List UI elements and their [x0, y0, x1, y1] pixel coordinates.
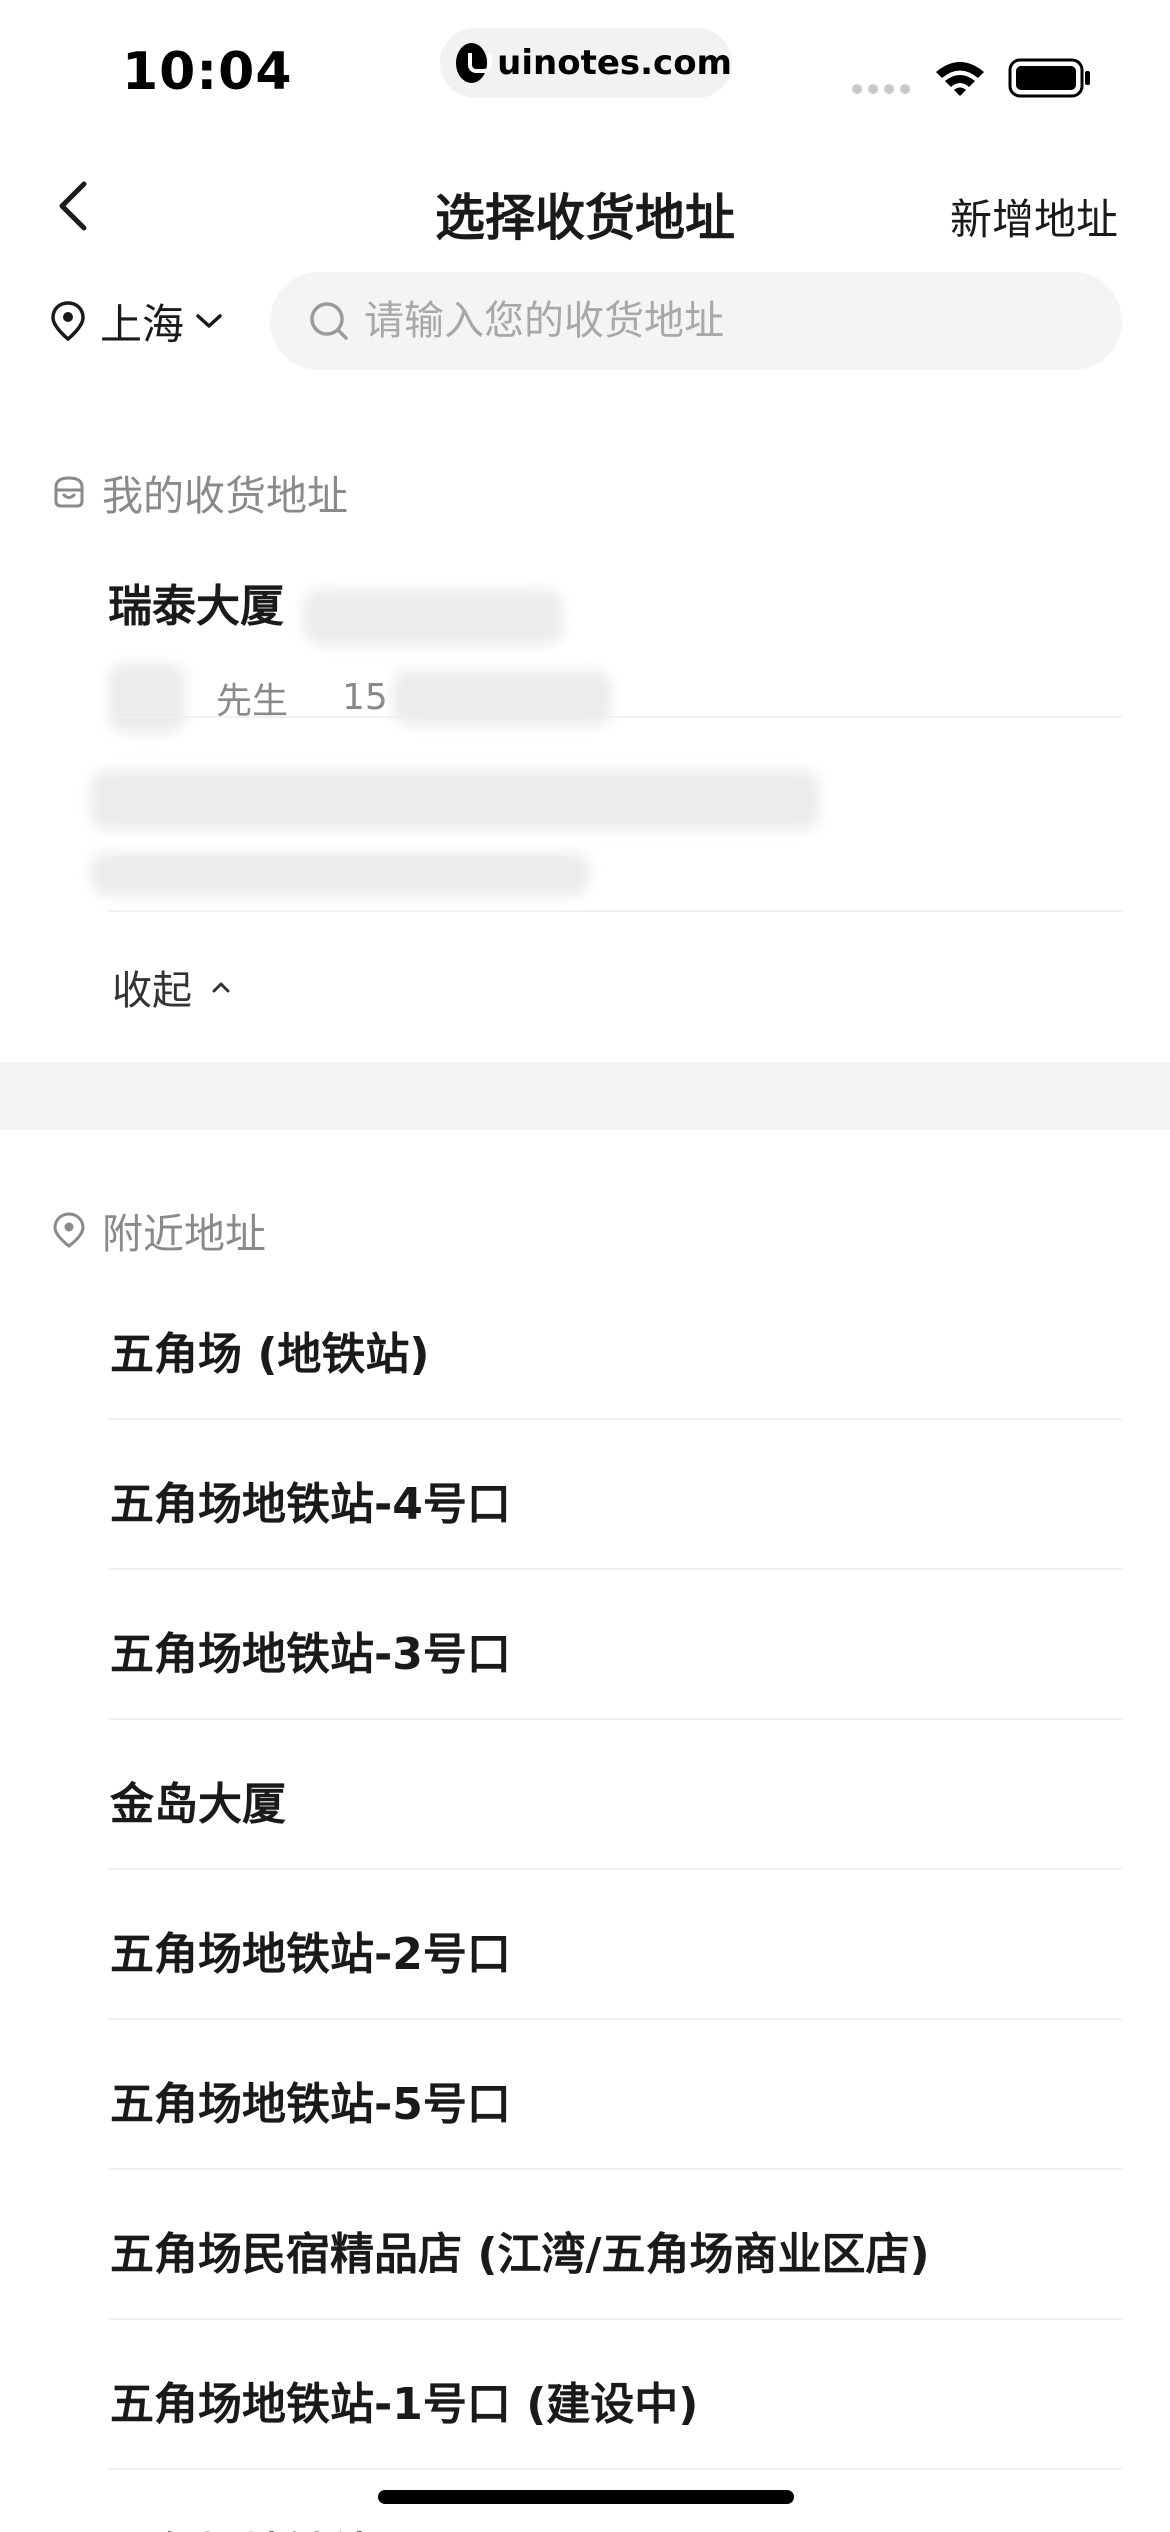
address-name: 瑞泰大厦	[108, 581, 284, 632]
phone-prefix: 15	[342, 677, 388, 718]
wifi-icon	[936, 62, 984, 96]
city-selector[interactable]: 上海	[50, 286, 224, 356]
status-time: 10:04	[122, 42, 293, 102]
nearby-title: 附近地址	[102, 1210, 266, 1258]
nearby-address-label: 五角场地铁站-3号口	[110, 1629, 511, 1680]
nearby-address-label: 五角场地铁站-2号口	[110, 1929, 511, 1980]
nearby-address-item[interactable]: 五角场民宿精品店 (江湾/五角场商业区店)	[108, 2170, 1122, 2320]
address-redacted-line	[90, 770, 820, 830]
address-book-icon	[54, 476, 84, 508]
search-box[interactable]	[270, 272, 1122, 370]
location-pin-icon	[51, 301, 85, 342]
nearby-address-item[interactable]: 五角场地铁站-1号口 (建设中)	[108, 2320, 1122, 2470]
nearby-address-item[interactable]: 五角场地铁站-5号口	[108, 2020, 1122, 2170]
collapse-label: 收起	[112, 968, 192, 1014]
city-name: 上海	[100, 299, 185, 349]
nearby-address-label: 五角场地铁站-1号口 (建设中)	[110, 2379, 699, 2430]
divider	[108, 716, 1122, 718]
nearby-address-label: 五角场地铁站-4号口	[110, 1479, 511, 1530]
section-separator	[0, 1062, 1170, 1130]
nearby-address-label: 五角场民宿精品店 (江湾/五角场商业区店)	[110, 2229, 930, 2280]
address-contact-row: 先生 15	[108, 662, 1122, 733]
add-address-button[interactable]: 新增地址	[950, 186, 1118, 247]
url-text: uinotes.com	[497, 43, 732, 83]
nearby-address-item[interactable]: 五角场地铁站-4号口	[108, 1420, 1122, 1570]
nearby-address-item[interactable]: 五角场地铁站-3号口	[108, 1570, 1122, 1720]
nearby-address-item[interactable]: 五角场地铁站-2号口	[108, 1870, 1122, 2020]
chevron-up-icon	[212, 982, 230, 993]
nearby-address-label: 五角场地铁站-6号口	[110, 2518, 511, 2532]
divider	[108, 910, 1122, 912]
status-bar: 10:04 uinotes.com	[0, 0, 1170, 130]
contact-name-redacted	[108, 662, 186, 733]
nearby-address-item[interactable]: 五角场 (地铁站)	[108, 1270, 1122, 1420]
nearby-address-label: 金岛大厦	[110, 1779, 286, 1830]
nearby-address-label: 五角场 (地铁站)	[110, 1329, 430, 1380]
my-addresses-header: 我的收货地址	[50, 462, 348, 522]
nearby-header: 附近地址	[50, 1200, 266, 1260]
cellular-signal-icon	[852, 84, 910, 94]
saved-address-card-redacted[interactable]	[90, 770, 1104, 896]
site-logo-icon	[456, 43, 493, 83]
nearby-address-item[interactable]: 金岛大厦	[108, 1720, 1122, 1870]
nav-header: 选择收货地址 新增地址	[0, 160, 1170, 260]
nearby-address-label: 五角场地铁站-5号口	[110, 2079, 511, 2130]
chevron-down-icon	[196, 314, 222, 328]
saved-address-card[interactable]: 瑞泰大厦 先生 15	[108, 570, 1122, 733]
url-pill[interactable]: uinotes.com	[440, 28, 732, 98]
location-pin-icon	[53, 1212, 85, 1248]
my-addresses-title: 我的收货地址	[102, 472, 348, 520]
search-icon	[310, 302, 348, 340]
search-input[interactable]	[364, 298, 1084, 344]
address-detail-redacted	[303, 588, 564, 645]
collapse-button[interactable]: 收起	[112, 958, 232, 1016]
battery-icon	[1008, 58, 1090, 98]
contact-redacted-line	[90, 852, 590, 896]
home-indicator[interactable]	[378, 2490, 794, 2504]
